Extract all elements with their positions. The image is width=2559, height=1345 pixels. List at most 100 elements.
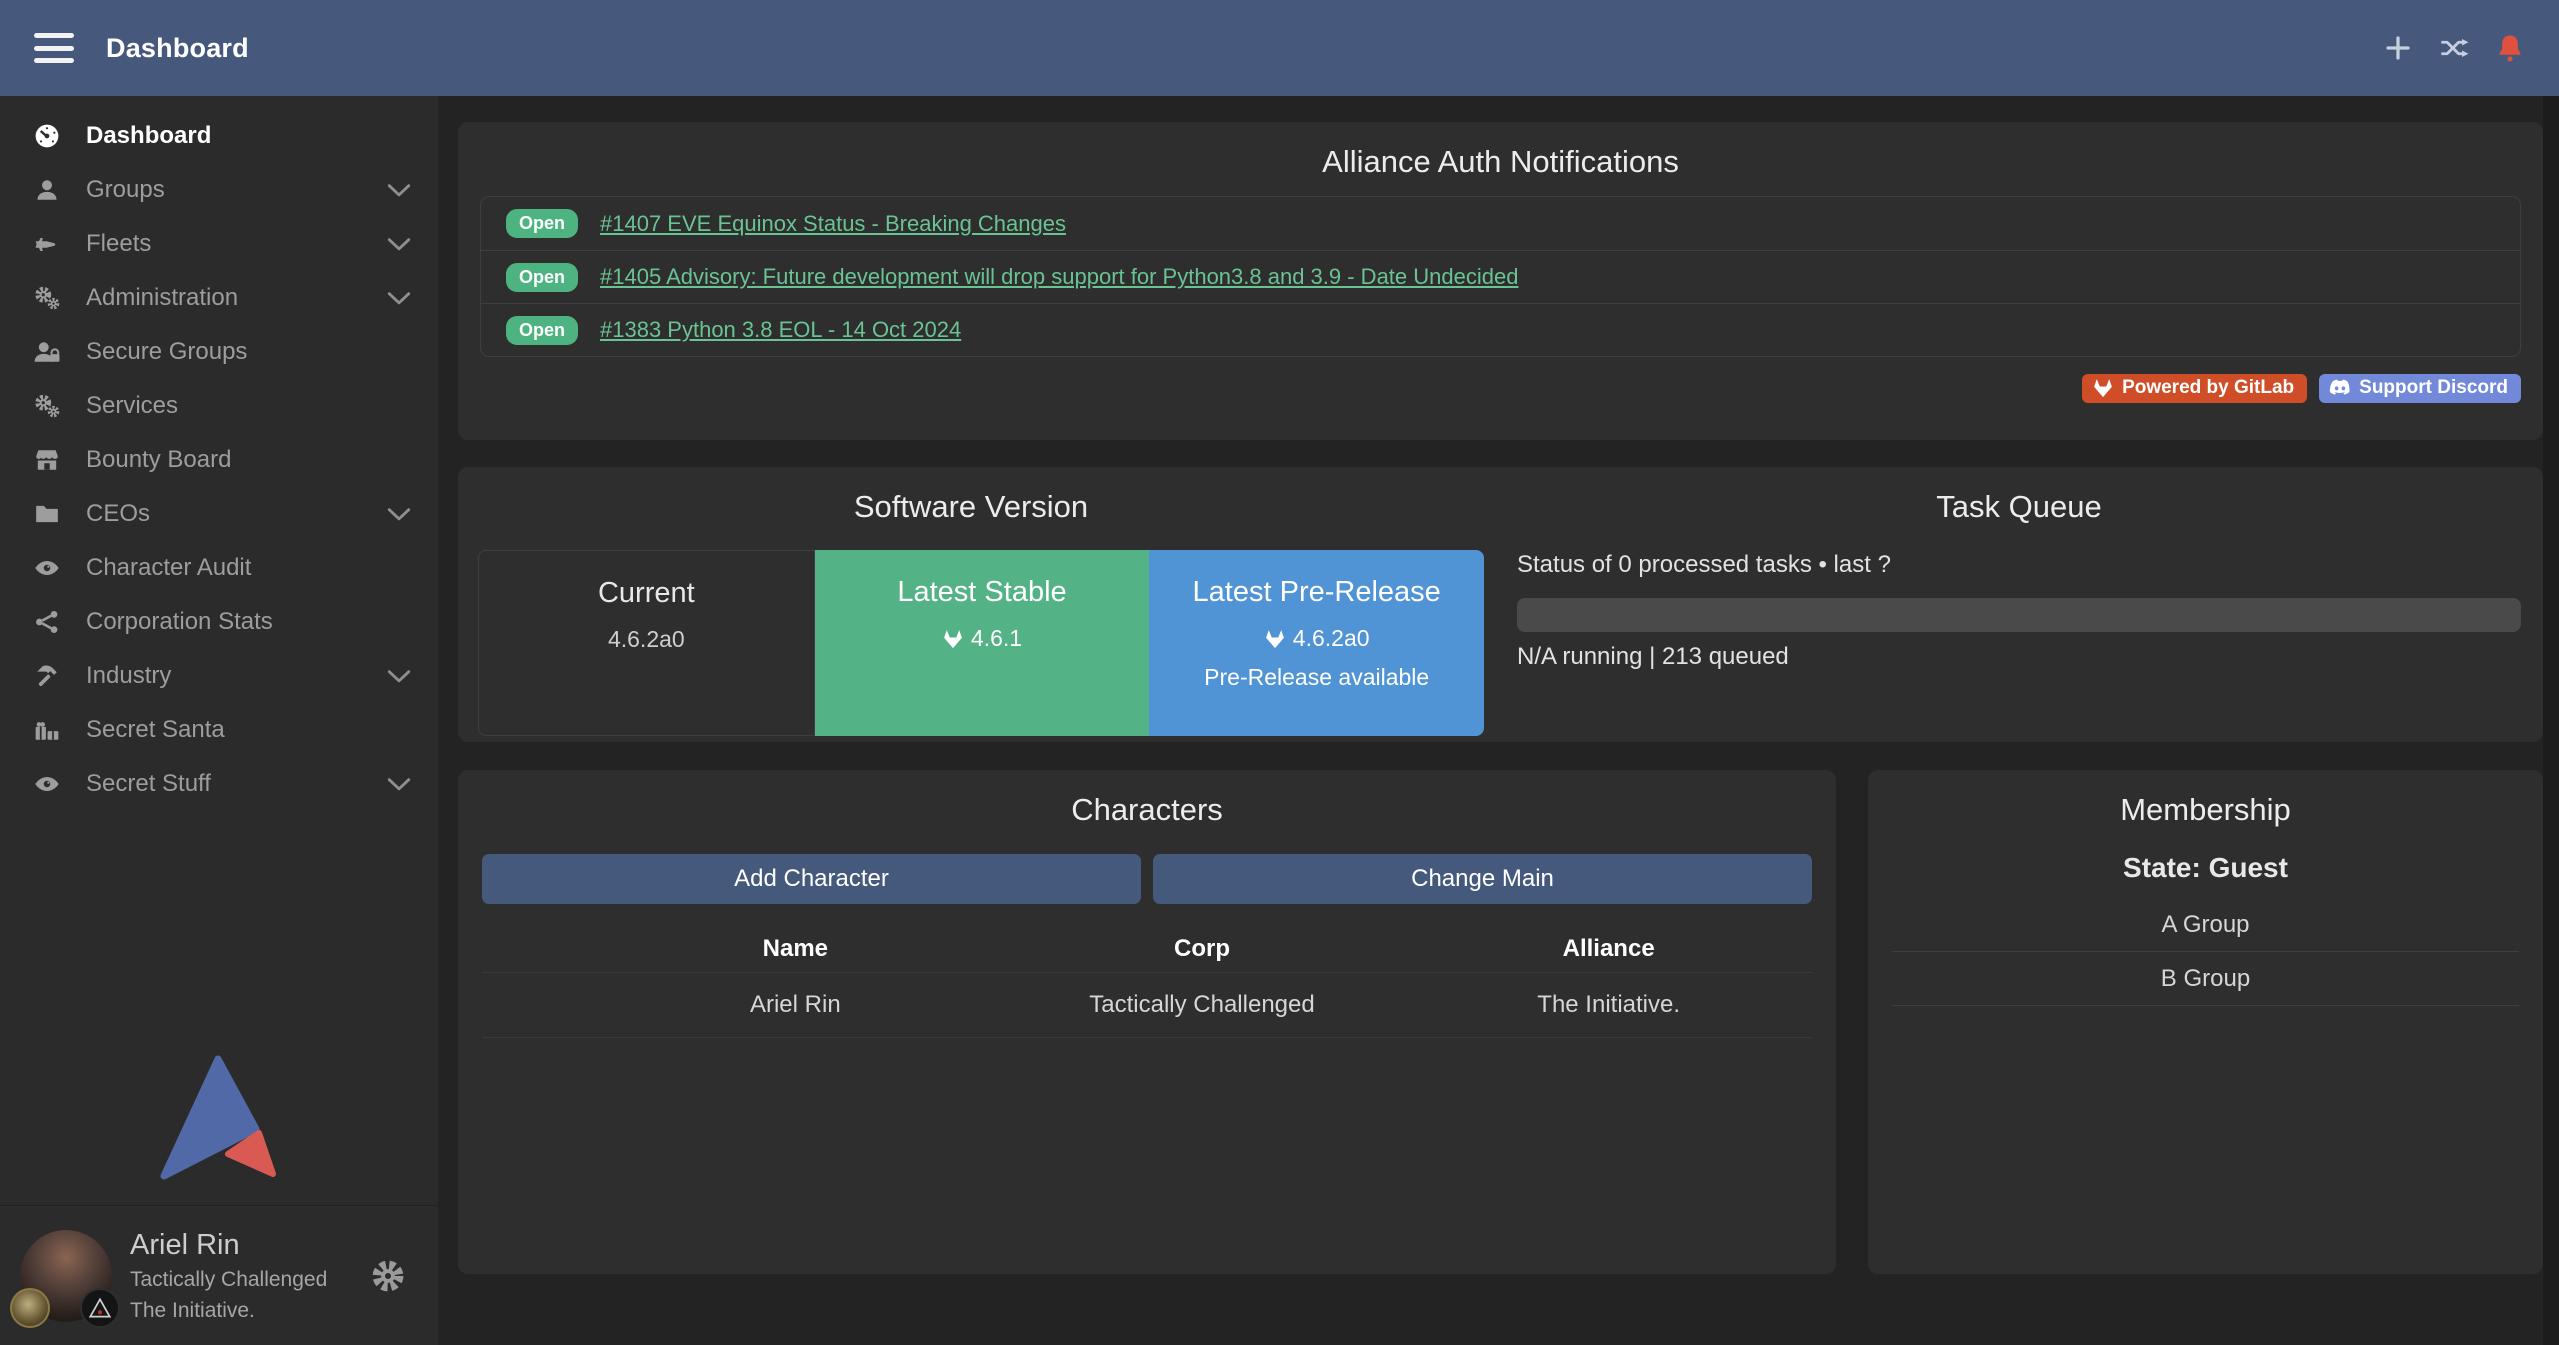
task-queue-counts: N/A running | 213 queued: [1517, 643, 1789, 671]
topbar-actions: [2383, 33, 2525, 63]
sidebar-item-ceos[interactable]: CEOs: [0, 487, 438, 541]
characters-panel: Characters Add Character Change Main Nam…: [458, 770, 1836, 1274]
user-panel: Ariel Rin Tactically Challenged The Init…: [0, 1205, 438, 1345]
sidebar-item-services[interactable]: Services: [0, 379, 438, 433]
notification-item: Open #1383 Python 3.8 EOL - 14 Oct 2024: [481, 303, 2520, 356]
user-lock-icon: [32, 338, 62, 366]
status-badge: Open: [506, 263, 578, 292]
notifications-panel: Alliance Auth Notifications Open #1407 E…: [458, 122, 2543, 440]
user-icon: [32, 176, 62, 204]
sidebar-item-dashboard[interactable]: Dashboard: [0, 109, 438, 163]
notifications-bell-icon[interactable]: [2495, 33, 2525, 63]
store-icon: [32, 446, 62, 474]
gears-icon: [32, 284, 62, 312]
notifications-title: Alliance Auth Notifications: [480, 144, 2521, 180]
sidebar-item-secret-stuff[interactable]: Secret Stuff: [0, 757, 438, 811]
version-latest-prerelease: Latest Pre-Release 4.6.2a0 Pre-Release a…: [1149, 550, 1484, 736]
dashboard-gauge-icon: [32, 122, 62, 150]
change-main-button[interactable]: Change Main: [1153, 854, 1812, 904]
status-badge: Open: [506, 209, 578, 238]
chevron-down-icon: [386, 182, 412, 198]
user-info: Ariel Rin Tactically Challenged The Init…: [130, 1227, 327, 1324]
task-queue-progressbar: [1517, 598, 2521, 632]
notification-item: Open #1407 EVE Equinox Status - Breaking…: [481, 197, 2520, 250]
software-version-title: Software Version: [458, 489, 1484, 525]
user-name: Ariel Rin: [130, 1227, 327, 1263]
character-alliance: The Initiative.: [1405, 991, 1812, 1019]
eye-icon: [32, 554, 62, 582]
share-icon: [32, 608, 62, 636]
sidebar-item-character-audit[interactable]: Character Audit: [0, 541, 438, 595]
eye-icon: [32, 770, 62, 798]
page-title: Dashboard: [106, 33, 249, 64]
membership-state: State: Guest: [1892, 852, 2519, 884]
gifts-icon: [32, 716, 62, 744]
character-name: Ariel Rin: [592, 991, 999, 1019]
powered-by-gitlab-badge[interactable]: Powered by GitLab: [2082, 374, 2307, 403]
task-queue-title: Task Queue: [1517, 489, 2521, 525]
sidebar-item-corporation-stats[interactable]: Corporation Stats: [0, 595, 438, 649]
scrollbar-track[interactable]: [2543, 96, 2559, 1345]
version-current: Current 4.6.2a0: [478, 550, 815, 736]
discord-icon: [2329, 378, 2351, 398]
user-settings-gear-icon[interactable]: [370, 1258, 406, 1294]
characters-table: Name Corp Alliance Ariel Rin Tactically …: [482, 926, 1812, 1038]
membership-groups: A Group B Group: [1892, 898, 2519, 1006]
chevron-down-icon: [386, 506, 412, 522]
version-latest-stable: Latest Stable 4.6.1: [815, 550, 1150, 736]
bottom-row: Characters Add Character Change Main Nam…: [458, 770, 2543, 1274]
characters-table-header: Name Corp Alliance: [482, 926, 1812, 972]
table-row: Ariel Rin Tactically Challenged The Init…: [482, 972, 1812, 1038]
sidebar-item-secure-groups[interactable]: Secure Groups: [0, 325, 438, 379]
membership-title: Membership: [1892, 792, 2519, 828]
alliance-logo-badge: [80, 1288, 120, 1328]
topbar: Dashboard: [0, 0, 2559, 96]
notifications-list: Open #1407 EVE Equinox Status - Breaking…: [480, 196, 2521, 357]
sidebar-item-groups[interactable]: Groups: [0, 163, 438, 217]
sidebar-item-fleets[interactable]: Fleets: [0, 217, 438, 271]
notification-link[interactable]: #1405 Advisory: Future development will …: [600, 264, 1518, 290]
user-corp: Tactically Challenged: [130, 1267, 327, 1293]
folder-icon: [32, 500, 62, 528]
characters-buttons: Add Character Change Main: [482, 854, 1812, 904]
sidebar-menu: Dashboard Groups Fleets Administration S…: [0, 96, 438, 811]
user-avatar: [20, 1230, 112, 1322]
version-strip: Current 4.6.2a0 Latest Stable 4.6.1 Late…: [478, 550, 1484, 736]
hammer-icon: [32, 662, 62, 690]
notification-link[interactable]: #1383 Python 3.8 EOL - 14 Oct 2024: [600, 317, 961, 343]
chevron-down-icon: [386, 290, 412, 306]
software-taskqueue-panel: Software Version Current 4.6.2a0 Latest …: [458, 467, 2543, 742]
chevron-down-icon: [386, 776, 412, 792]
sidebar-item-secret-santa[interactable]: Secret Santa: [0, 703, 438, 757]
fleet-ship-icon: [32, 230, 62, 258]
sidebar-item-bounty-board[interactable]: Bounty Board: [0, 433, 438, 487]
shuffle-icon[interactable]: [2439, 33, 2469, 63]
alliance-auth-logo: [160, 1055, 278, 1181]
membership-panel: Membership State: Guest A Group B Group: [1868, 770, 2543, 1274]
user-alliance: The Initiative.: [130, 1298, 327, 1324]
notification-item: Open #1405 Advisory: Future development …: [481, 250, 2520, 303]
task-queue-status: Status of 0 processed tasks • last ?: [1517, 551, 1891, 579]
gitlab-icon: [942, 629, 964, 649]
list-item: A Group: [1892, 898, 2519, 952]
notification-link[interactable]: #1407 EVE Equinox Status - Breaking Chan…: [600, 211, 1066, 237]
add-icon[interactable]: [2383, 33, 2413, 63]
add-character-button[interactable]: Add Character: [482, 854, 1141, 904]
characters-title: Characters: [482, 792, 1812, 828]
sidebar-item-administration[interactable]: Administration: [0, 271, 438, 325]
sidebar-item-industry[interactable]: Industry: [0, 649, 438, 703]
menu-toggle-icon[interactable]: [34, 33, 74, 63]
app-root: Dashboard Dashboard Groups Fleets: [0, 0, 2559, 1345]
main-content: Alliance Auth Notifications Open #1407 E…: [438, 96, 2543, 1345]
chevron-down-icon: [386, 668, 412, 684]
external-badges: Powered by GitLab Support Discord: [480, 374, 2521, 403]
gitlab-icon: [2092, 378, 2114, 398]
gears-icon: [32, 392, 62, 420]
support-discord-badge[interactable]: Support Discord: [2319, 374, 2521, 403]
corp-logo-badge: [10, 1288, 50, 1328]
gitlab-icon: [1264, 629, 1286, 649]
sidebar: Dashboard Groups Fleets Administration S…: [0, 96, 438, 1345]
status-badge: Open: [506, 316, 578, 345]
character-corp: Tactically Challenged: [999, 991, 1406, 1019]
list-item: B Group: [1892, 952, 2519, 1006]
